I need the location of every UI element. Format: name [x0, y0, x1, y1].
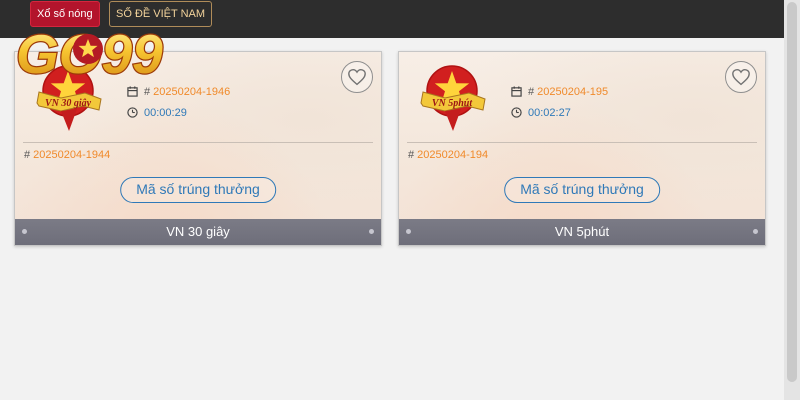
go99-logo: GO99	[15, 22, 165, 82]
card-title: VN 30 giây	[166, 224, 230, 239]
previous-issue: #20250204-194	[408, 148, 488, 162]
countdown-value: 00:00:29	[144, 107, 187, 119]
svg-text:VN 5phút: VN 5phút	[432, 98, 474, 109]
footer-dot	[22, 229, 27, 234]
card-footer[interactable]: VN 5phút	[399, 219, 765, 245]
calendar-icon	[511, 86, 522, 97]
current-issue: #20250204-1946	[127, 85, 230, 99]
countdown-timer: 00:00:29	[127, 106, 187, 120]
previous-issue: #20250204-1944	[24, 148, 110, 162]
issue-hash: #	[24, 149, 31, 161]
card-title: VN 5phút	[554, 224, 610, 239]
clock-icon	[127, 107, 138, 118]
favorite-button[interactable]	[725, 61, 757, 93]
issue-hash: #	[144, 86, 151, 98]
lottery-card-vn5[interactable]: VN 5phút #20250204-195 00:02:27 #2025020…	[398, 51, 766, 246]
divider	[407, 142, 757, 143]
winning-numbers-button[interactable]: Mã số trúng thưởng	[120, 177, 276, 203]
previous-issue-number: 20250204-194	[417, 149, 489, 161]
clock-icon	[511, 107, 522, 118]
footer-dot	[753, 229, 758, 234]
countdown-timer: 00:02:27	[511, 106, 571, 120]
svg-text:VN 30 giây: VN 30 giây	[45, 98, 92, 109]
card-footer[interactable]: VN 30 giây	[15, 219, 381, 245]
heart-outline-icon	[732, 68, 750, 86]
calendar-icon	[127, 86, 138, 97]
current-issue-number: 20250204-195	[537, 86, 609, 98]
heart-outline-icon	[348, 68, 366, 86]
issue-hash: #	[528, 86, 535, 98]
favorite-button[interactable]	[341, 61, 373, 93]
current-issue-number: 20250204-1946	[153, 86, 231, 98]
countdown-value: 00:02:27	[528, 107, 571, 119]
footer-dot	[406, 229, 411, 234]
issue-hash: #	[408, 149, 415, 161]
previous-issue-number: 20250204-1944	[33, 149, 111, 161]
vietnam-star-emblem: VN 5phút	[420, 65, 486, 131]
winning-numbers-button[interactable]: Mã số trúng thưởng	[504, 177, 660, 203]
current-issue: #20250204-195	[511, 85, 608, 99]
scrollbar-thumb[interactable]	[787, 2, 797, 382]
footer-dot	[369, 229, 374, 234]
divider	[23, 142, 373, 143]
scrollbar[interactable]	[784, 0, 800, 400]
